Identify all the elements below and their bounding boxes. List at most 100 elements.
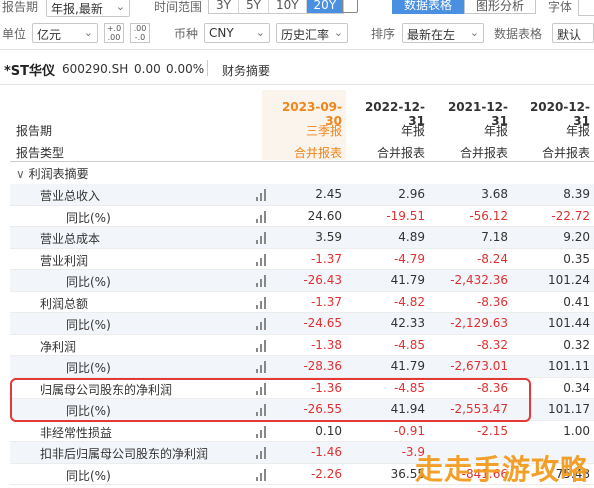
grid-select[interactable]: 默认 <box>552 23 594 43</box>
chevron-down-icon: ⌄ <box>255 26 265 39</box>
cell-value: 24.60 <box>307 208 342 223</box>
bar-chart-icon[interactable] <box>256 210 268 223</box>
cell-value: 41.79 <box>390 359 425 373</box>
bar-chart-icon[interactable] <box>256 253 268 266</box>
bar-chart-icon-bar <box>256 412 258 416</box>
toolbar-divider <box>0 49 594 50</box>
bar-chart-icon-bar <box>260 193 262 201</box>
bar-chart-icon-bar <box>256 218 258 223</box>
table-row: 营业利润 -1.37 -4.79 -8.24 0.35 <box>10 249 594 270</box>
sort-label: 排序 <box>371 27 396 41</box>
cell-value: -2.15 <box>476 423 508 438</box>
bar-chart-icon-bar <box>260 236 262 244</box>
decimal-increase-icon[interactable]: +.0.00 <box>104 23 124 43</box>
cell-value: -26.55 <box>303 402 342 416</box>
bar-chart-icon[interactable] <box>256 468 268 481</box>
cell-value: -2,553.47 <box>450 402 508 416</box>
row-label: 同比(%) <box>66 275 111 289</box>
bar-chart-icon[interactable] <box>256 232 268 244</box>
cell-value: 0.41 <box>563 294 590 309</box>
row-label: 同比(%) <box>66 318 111 332</box>
cell-value: 42.33 <box>390 316 425 330</box>
bar-chart-icon-bar <box>264 468 266 481</box>
col-type-4: 合并报表 <box>541 146 590 160</box>
group-toggle[interactable]: ∨ 利润表摘要 <box>16 165 89 182</box>
chart-analysis-button[interactable]: 图形分析 <box>464 0 536 14</box>
bar-chart-icon[interactable] <box>256 296 268 309</box>
table-row: 利润总额 -1.37 -4.82 -8.36 0.41 <box>10 292 594 313</box>
grid-select-value: 默认 <box>557 28 582 42</box>
bar-chart-icon-bar <box>264 232 266 244</box>
cell-value: -4.82 <box>393 294 425 309</box>
cell-value: 1.00 <box>563 423 590 438</box>
cell-value: -1.37 <box>310 251 342 266</box>
decimal-decrease-icon[interactable]: .00 -.0 <box>130 23 150 43</box>
bar-chart-icon[interactable] <box>256 361 268 373</box>
cell-value: -0.91 <box>393 423 425 438</box>
cell-value: -4.85 <box>393 380 425 395</box>
data-table-button[interactable]: 数据表格 <box>392 0 464 14</box>
cell-value: -1.36 <box>310 380 342 395</box>
bar-chart-icon[interactable] <box>256 275 268 287</box>
range-label: 时间范围 <box>154 0 203 14</box>
bar-chart-icon[interactable] <box>256 447 268 459</box>
bar-chart-icon-bar <box>260 451 262 459</box>
sort-select[interactable]: 最新在左 ⌄ <box>402 23 484 43</box>
calendar-icon[interactable] <box>342 0 358 13</box>
chevron-down-icon: ⌄ <box>333 26 343 39</box>
col-period-3: 年报 <box>483 124 508 138</box>
bar-chart-icon[interactable] <box>256 382 268 395</box>
bar-chart-icon-bar <box>264 189 266 201</box>
bar-chart-icon-bar <box>260 472 262 481</box>
chevron-down-icon: ⌄ <box>469 26 479 39</box>
bar-chart-icon-bar <box>256 347 258 352</box>
cell-value: 3.68 <box>481 187 508 201</box>
stock-price: 0.00 <box>134 62 161 76</box>
cell-value: -2.26 <box>310 466 342 481</box>
cell-value: -4.79 <box>393 251 425 266</box>
unit-label: 单位 <box>2 27 27 41</box>
unit-select[interactable]: 亿元 ⌄ <box>32 23 98 43</box>
range-5y[interactable]: 5Y <box>239 0 269 13</box>
cell-value: -1.46 <box>310 445 342 459</box>
range-3y[interactable]: 3Y <box>209 0 239 13</box>
bar-chart-icon[interactable] <box>256 318 268 330</box>
rate-select[interactable]: 历史汇率 ⌄ <box>276 23 348 43</box>
bar-chart-icon-bar <box>256 433 258 438</box>
col-period-4: 年报 <box>565 124 590 138</box>
chevron-down-icon: ∨ <box>16 167 25 181</box>
bar-chart-icon-bar <box>260 257 262 266</box>
currency-select[interactable]: CNY ⌄ <box>204 23 270 43</box>
period-select[interactable]: 年报,最新 ⌄ <box>46 0 130 17</box>
cell-value: 7.18 <box>481 230 508 244</box>
stock-name: *ST华仪 <box>4 64 56 79</box>
range-20y[interactable]: 20Y <box>306 0 344 13</box>
cell-value: -8.32 <box>476 337 508 352</box>
range-10y[interactable]: 10Y <box>269 0 307 13</box>
cell-value: -8.36 <box>476 380 508 395</box>
chevron-down-icon: ⌄ <box>115 0 125 13</box>
table-body: 营业总收入 2.45 2.96 3.68 8.39 同比(%) 24.60 -19.51 -56… <box>10 184 594 485</box>
row-label: 归属母公司股东的净利润 <box>40 382 173 397</box>
cell-value: -19.51 <box>386 208 425 223</box>
cell-value: -1.38 <box>310 337 342 352</box>
bar-chart-icon[interactable] <box>256 425 268 438</box>
cell-value: -2,673.01 <box>450 359 508 373</box>
table-row: 非经常性损益 0.10 -0.91 -2.15 1.00 <box>10 421 594 442</box>
cell-value: -22.72 <box>551 208 590 223</box>
bar-chart-icon-bar <box>260 214 262 223</box>
bar-chart-icon[interactable] <box>256 189 268 201</box>
bar-chart-icon-bar <box>264 404 266 416</box>
cell-value: 101.44 <box>548 316 590 330</box>
bar-chart-icon-bar <box>264 275 266 287</box>
header-separator <box>207 60 208 76</box>
bar-chart-icon-bar <box>256 390 258 395</box>
cell-value: -4.85 <box>393 337 425 352</box>
cell-value: -24.65 <box>303 316 342 330</box>
bar-chart-icon[interactable] <box>256 404 268 416</box>
cell-value: 0.10 <box>315 423 342 438</box>
stock-code: 600290.SH <box>62 62 129 76</box>
font-select[interactable] <box>578 0 594 16</box>
bar-chart-icon-bar <box>264 210 266 223</box>
bar-chart-icon[interactable] <box>256 339 268 352</box>
